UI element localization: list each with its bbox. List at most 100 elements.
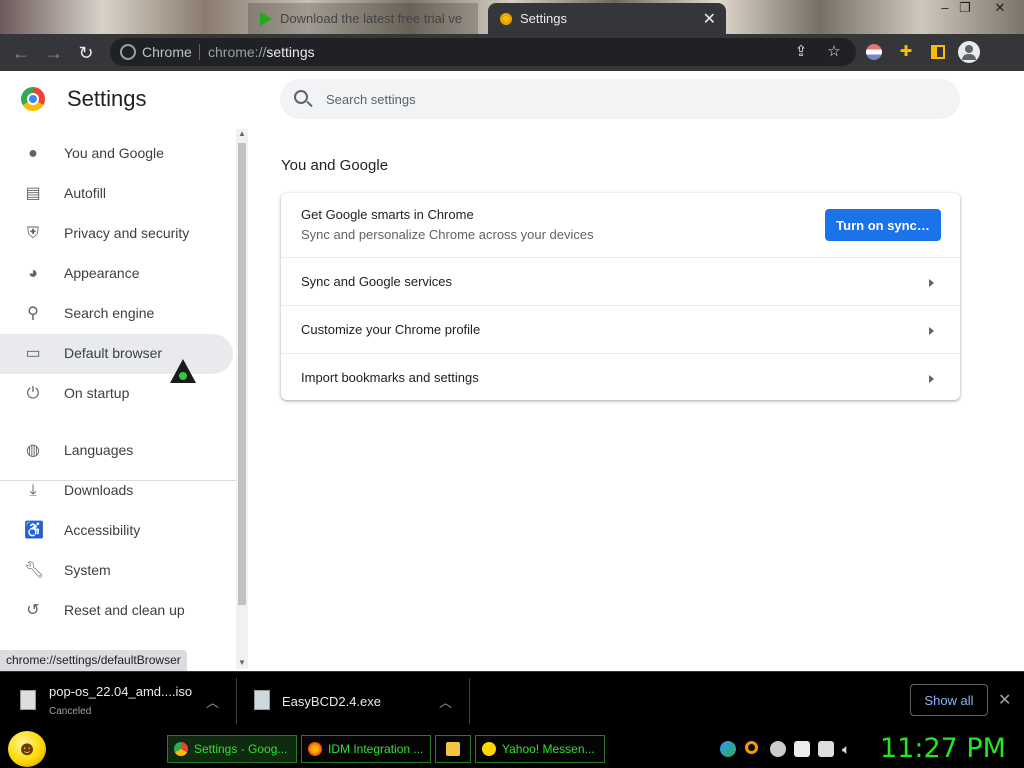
you-and-google-card: Get Google smarts in Chrome Sync and per… (281, 193, 960, 400)
row-import-bookmarks[interactable]: Import bookmarks and settings (281, 353, 960, 400)
scrollbar-thumb[interactable] (238, 143, 246, 605)
download-shelf: pop-os_22.04_amd....iso Canceled ︿ EasyB… (0, 671, 1024, 730)
row-label: Customize your Chrome profile (301, 322, 481, 337)
extension-flag-icon[interactable] (864, 42, 884, 62)
network-monitor-icon[interactable] (818, 741, 834, 757)
sidebar-item-privacy-security[interactable]: ⛨ Privacy and security (0, 214, 233, 254)
chevron-right-icon (929, 279, 934, 287)
search-tray-icon[interactable] (745, 741, 758, 754)
divider (469, 678, 470, 724)
globe-icon: ◍ (26, 442, 40, 459)
url-text: chrome://settings (208, 44, 315, 60)
forward-arrow-icon[interactable]: → (43, 42, 65, 64)
taskbar-item-idm[interactable]: IDM Integration ... (301, 735, 431, 763)
sidebar-item-reset-clean-up[interactable]: ↺ Reset and clean up (0, 591, 233, 631)
tab-settings[interactable]: Settings ✕ (488, 3, 726, 34)
back-arrow-icon[interactable]: ← (10, 42, 32, 64)
smiley-icon (482, 742, 496, 756)
chrome-site-icon (120, 44, 136, 60)
iso-file-icon (20, 690, 36, 710)
gear-icon (500, 12, 512, 25)
turn-on-sync-button[interactable]: Turn on sync… (825, 209, 941, 241)
restore-button[interactable]: ❐ (950, 0, 980, 16)
download-item[interactable]: EasyBCD2.4.exe ︿ (237, 672, 469, 731)
download-status: Canceled (49, 706, 92, 717)
sidebar-item-search-engine[interactable]: ⚲ Search engine (0, 294, 233, 334)
tab-label: Settings (520, 11, 567, 26)
taskbar-item-settings[interactable]: Settings - Goog... (167, 735, 297, 763)
firefox-icon (308, 742, 322, 756)
sidebar-item-downloads[interactable]: ⤓ Downloads (0, 471, 233, 511)
sidebar-item-languages[interactable]: ◍ Languages (0, 431, 233, 471)
chevron-right-icon (929, 327, 934, 335)
smiley-tray-icon[interactable] (770, 741, 786, 757)
puzzle-icon[interactable]: ✚ (896, 42, 916, 62)
close-icon[interactable]: ✕ (703, 9, 716, 29)
cursor-dot (179, 372, 187, 380)
show-all-button[interactable]: Show all (910, 684, 988, 716)
taskbar-item-yahoo-messenger[interactable]: Yahoo! Messen... (475, 735, 605, 763)
network-globe-icon[interactable] (720, 741, 736, 757)
row-sync-google-services[interactable]: Sync and Google services (281, 257, 960, 305)
flag-icon[interactable] (794, 741, 810, 757)
profile-avatar-icon[interactable] (958, 41, 980, 63)
browser-window-icon: ▭ (25, 345, 41, 362)
shield-icon: ⛨ (26, 225, 39, 242)
sidebar-item-autofill[interactable]: ▤ Autofill (0, 174, 233, 214)
scroll-up-arrow-icon[interactable]: ▲ (238, 129, 246, 138)
star-icon[interactable]: ☆ (824, 42, 844, 62)
sidebar-item-label: Downloads (64, 482, 134, 498)
search-settings-box[interactable] (280, 79, 960, 119)
close-icon[interactable]: ✕ (998, 690, 1011, 710)
browser-tab-strip: Download the latest free trial ve Settin… (0, 0, 1024, 34)
download-file-name: EasyBCD2.4.exe (282, 694, 381, 709)
status-bar-url: chrome://settings/defaultBrowser (0, 650, 187, 671)
page-title: Settings (67, 86, 147, 111)
browser-toolbar: ← → ↻ Chrome chrome://settings ⇪ ☆ ✚ (0, 34, 1024, 71)
settings-page: Settings ● You and Google ▤ Autofill ⛨ P… (0, 71, 1024, 671)
task-label: Settings - Goog... (194, 742, 288, 756)
sidebar-scrollbar[interactable]: ▲ ▼ (236, 129, 248, 669)
close-window-button[interactable]: ✕ (985, 0, 1015, 16)
sidebar-item-on-startup[interactable]: ⏻ On startup (0, 374, 233, 414)
search-input[interactable] (326, 89, 926, 109)
row-customize-profile[interactable]: Customize your Chrome profile (281, 305, 960, 353)
sync-card-title: Get Google smarts in Chrome (301, 207, 474, 222)
sidebar-item-label: You and Google (64, 145, 164, 161)
chevron-right-icon (929, 375, 934, 383)
download-icon: ⤓ (29, 482, 37, 499)
tab-download-trial[interactable]: Download the latest free trial ve (248, 3, 478, 34)
share-icon[interactable]: ⇪ (791, 42, 811, 62)
sidebar-item-you-and-google[interactable]: ● You and Google (0, 134, 233, 174)
chevron-up-icon[interactable]: ︿ (206, 692, 219, 711)
sidebar-item-default-browser[interactable]: ▭ Default browser (0, 334, 233, 374)
system-clock[interactable]: 11:27 PM (880, 733, 1006, 764)
power-icon: ⏻ (26, 385, 40, 402)
sidebar-item-label: Search engine (64, 305, 155, 321)
address-bar[interactable]: Chrome chrome://settings (110, 38, 856, 66)
row-label: Sync and Google services (301, 274, 453, 289)
divider (199, 44, 200, 60)
sidebar-item-appearance[interactable]: ◕ Appearance (0, 254, 233, 294)
chrome-icon (174, 742, 188, 756)
sidebar-item-label: Languages (64, 442, 134, 458)
chevron-up-icon[interactable]: ︿ (439, 692, 452, 711)
speaker-icon[interactable]: 🔈︎ (842, 741, 858, 757)
start-button[interactable]: ☻ (8, 731, 46, 767)
folder-icon (446, 742, 460, 756)
side-panel-icon[interactable] (928, 42, 948, 62)
reload-icon[interactable]: ↻ (75, 42, 97, 64)
history-icon: ↺ (26, 602, 40, 619)
download-item[interactable]: pop-os_22.04_amd....iso Canceled ︿ (0, 672, 236, 731)
task-label: IDM Integration ... (328, 742, 424, 756)
play-icon (260, 11, 272, 26)
search-icon: ⚲ (27, 305, 39, 322)
settings-sidebar: ● You and Google ▤ Autofill ⛨ Privacy an… (0, 129, 236, 669)
person-icon: ● (28, 145, 38, 162)
taskbar-item-folder[interactable] (435, 735, 471, 763)
section-title: You and Google (281, 157, 389, 174)
sidebar-item-system[interactable]: 🔧︎ System (0, 551, 233, 591)
scroll-down-arrow-icon[interactable]: ▼ (238, 658, 246, 667)
sidebar-item-accessibility[interactable]: ♿ Accessibility (0, 511, 233, 551)
accessibility-icon: ♿ (24, 522, 44, 539)
